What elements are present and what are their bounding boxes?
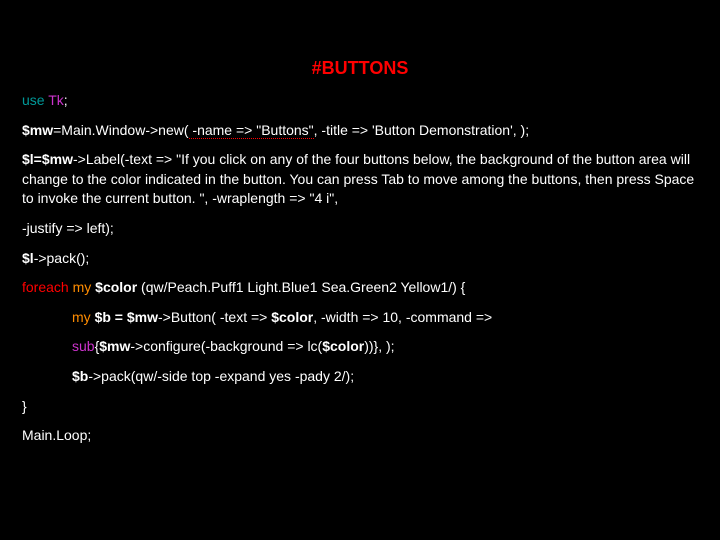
var-mw: $mw <box>99 338 130 354</box>
keyword-sub: sub <box>72 338 95 354</box>
code-line-7: my $b = $mw->Button( -text => $color, -w… <box>22 308 702 328</box>
code-line-6: foreach my $color (qw/Peach.Puff1 Light.… <box>22 278 702 298</box>
text: ->pack(); <box>34 250 90 266</box>
code-slide: #BUTTONS use Tk; $mw=Main.Window->new( -… <box>0 0 720 540</box>
text: ->Button( -text => <box>158 309 271 325</box>
text: ))}, ); <box>364 338 394 354</box>
code-line-8: sub{$mw->configure(-background => lc($co… <box>22 337 702 357</box>
text: ->configure(-background => lc( <box>130 338 322 354</box>
keyword-my: my <box>72 309 95 325</box>
var-b: $b <box>72 368 88 384</box>
module-tk: Tk <box>48 92 64 108</box>
var-b-mw: $b = $mw <box>95 309 158 325</box>
keyword-use: use <box>22 92 48 108</box>
code-line-3: $l=$mw->Label(-text => "If you click on … <box>22 150 702 209</box>
slide-title: #BUTTONS <box>0 0 720 91</box>
keyword-foreach: foreach <box>22 279 69 295</box>
code-line-2: $mw=Main.Window->new( -name => "Buttons"… <box>22 121 702 141</box>
code-content: use Tk; $mw=Main.Window->new( -name => "… <box>0 91 720 446</box>
code-line-4: -justify => left); <box>22 219 702 239</box>
code-line-11: Main.Loop; <box>22 426 702 446</box>
var-mw: $mw <box>22 122 53 138</box>
code-line-10: } <box>22 397 702 417</box>
text: =Main.Window->new( <box>53 122 188 138</box>
var-l: $l <box>22 250 34 266</box>
semicolon: ; <box>64 92 68 108</box>
code-line-1: use Tk; <box>22 91 702 111</box>
text-underlined: -name => "Buttons" <box>189 122 314 139</box>
var-color: $color <box>95 279 137 295</box>
var-l-mw: $l=$mw <box>22 151 73 167</box>
text: (qw/Peach.Puff1 Light.Blue1 Sea.Green2 Y… <box>137 279 465 295</box>
text: ->Label(-text => "If you click on any of… <box>22 151 694 206</box>
code-line-5: $l->pack(); <box>22 249 702 269</box>
var-color: $color <box>271 309 313 325</box>
text: ->pack(qw/-side top -expand yes -pady 2/… <box>88 368 354 384</box>
text: , -title => 'Button Demonstration', ); <box>314 122 529 138</box>
code-line-9: $b->pack(qw/-side top -expand yes -pady … <box>22 367 702 387</box>
keyword-my: my <box>69 279 95 295</box>
text: , -width => 10, -command => <box>313 309 492 325</box>
var-color: $color <box>322 338 364 354</box>
